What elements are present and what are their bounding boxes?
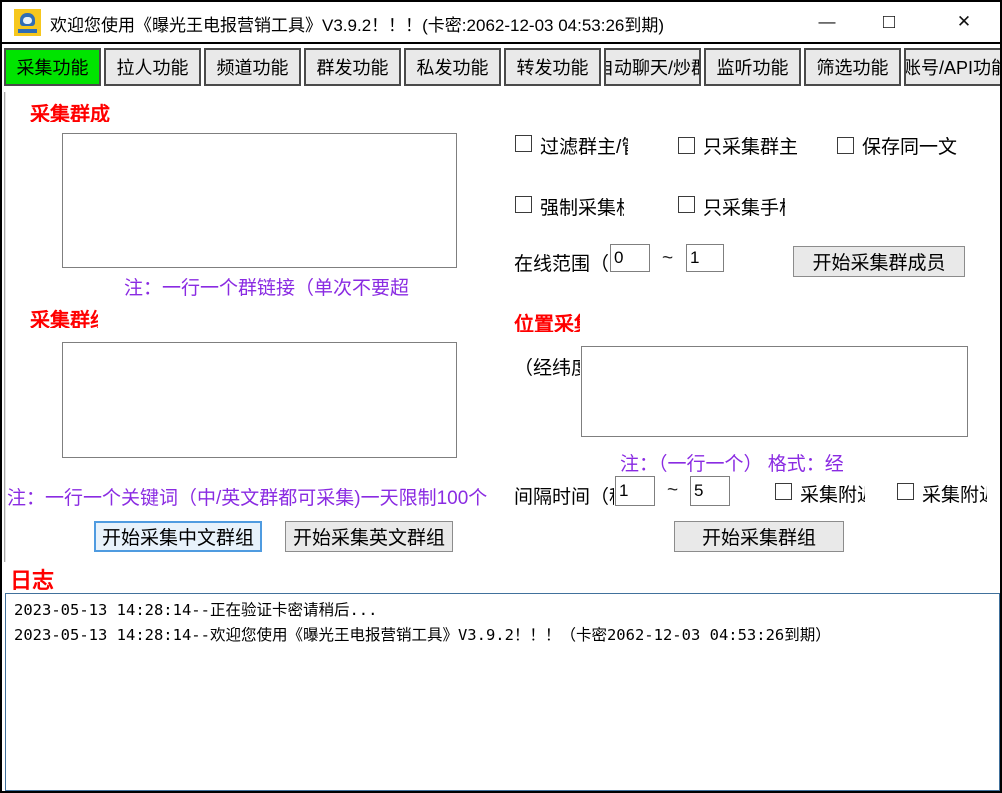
interval-label: 间隔时间（秒 (514, 482, 614, 505)
tab-account-api[interactable]: 账号/API功能 (904, 48, 1002, 86)
checkbox-box (515, 135, 532, 152)
minimize-button[interactable]: — (810, 6, 844, 38)
tab-monitor[interactable]: 监听功能 (704, 48, 801, 86)
checkbox-box (678, 196, 695, 213)
checkbox-label: 只采集群主 (703, 132, 798, 159)
online-max-input[interactable] (686, 244, 724, 272)
only-phone-checkbox[interactable]: 只采集手机 (678, 193, 785, 216)
save-same-file-checkbox[interactable]: 保存同一文 (837, 132, 957, 159)
keywords-textarea[interactable] (62, 342, 457, 458)
groupbox-left-border (4, 92, 6, 562)
keywords-note: 注：一行一个关键词（中/英文群都可采集)一天限制100个 (7, 483, 487, 510)
tab-channel[interactable]: 频道功能 (204, 48, 301, 86)
start-collect-en-groups-button[interactable]: 开始采集英文群组 (285, 521, 453, 552)
tab-group-send[interactable]: 群发功能 (304, 48, 401, 86)
online-range-tilde: ~ (662, 248, 673, 270)
start-collect-members-button[interactable]: 开始采集群成员 (793, 246, 965, 277)
app-icon (14, 9, 41, 36)
checkbox-box (678, 137, 695, 154)
group-links-note: 注：一行一个群链接（单次不要超 (124, 273, 458, 297)
log-heading: 日志 (10, 563, 54, 595)
title-bar: 欢迎您使用《曝光王电报营销工具》V3.9.2！！！(卡密:2062-12-03 … (2, 2, 1000, 44)
tab-private-send[interactable]: 私发功能 (404, 48, 501, 86)
interval-tilde: ~ (667, 480, 678, 502)
checkbox-label: 采集附近 (922, 480, 987, 503)
checkbox-label: 强制采集机 (540, 193, 624, 216)
checkbox-box (515, 196, 532, 213)
online-min-input[interactable] (610, 244, 650, 272)
start-collect-groups-button[interactable]: 开始采集群组 (674, 521, 844, 552)
log-line: 2023-05-13 14:28:14--正在验证卡密请稍后... (14, 598, 991, 623)
checkbox-label: 保存同一文 (862, 132, 957, 159)
only-owner-checkbox[interactable]: 只采集群主 (678, 132, 798, 159)
location-note: 注：（一行一个） 格式：经 (620, 449, 850, 473)
checkbox-label: 采集附近 (800, 480, 865, 503)
app-window: 欢迎您使用《曝光王电报营销工具》V3.9.2！！！(卡密:2062-12-03 … (0, 0, 1002, 793)
force-collect-checkbox[interactable]: 强制采集机 (515, 193, 624, 216)
tab-collect[interactable]: 采集功能 (4, 48, 101, 86)
close-button[interactable]: ✕ (947, 6, 981, 38)
collect-nearby-checkbox-2[interactable]: 采集附近 (897, 480, 987, 503)
window-title: 欢迎您使用《曝光王电报营销工具》V3.9.2！！！(卡密:2062-12-03 … (50, 11, 664, 36)
checkbox-label: 只采集手机 (703, 193, 785, 216)
tab-filter[interactable]: 筛选功能 (804, 48, 901, 86)
checkbox-box (897, 483, 914, 500)
latlng-textarea[interactable] (581, 346, 968, 437)
maximize-button[interactable]: □ (872, 6, 906, 38)
location-collect-heading: 位置采集 (514, 308, 580, 332)
log-line: 2023-05-13 14:28:14--欢迎您使用《曝光王电报营销工具》V3.… (14, 623, 991, 648)
tab-auto-chat[interactable]: 自动聊天/炒群 (604, 48, 701, 86)
log-output[interactable]: 2023-05-13 14:28:14--正在验证卡密请稍后... 2023-0… (5, 593, 1000, 791)
filter-owner-checkbox[interactable]: 过滤群主/管 (515, 132, 628, 155)
online-range-label: 在线范围（ (514, 249, 609, 272)
interval-min-input[interactable] (615, 476, 655, 506)
tab-invite[interactable]: 拉人功能 (104, 48, 201, 86)
collect-members-heading: 采集群成 (30, 98, 112, 122)
tab-bar: 采集功能 拉人功能 频道功能 群发功能 私发功能 转发功能 自动聊天/炒群 监听… (4, 48, 1002, 86)
latlng-label: （经纬度 (514, 353, 580, 376)
collect-nearby-checkbox-1[interactable]: 采集附近 (775, 480, 865, 503)
checkbox-box (837, 137, 854, 154)
start-collect-cn-groups-button[interactable]: 开始采集中文群组 (94, 521, 262, 552)
group-links-textarea[interactable] (62, 133, 457, 268)
tab-forward[interactable]: 转发功能 (504, 48, 601, 86)
checkbox-box (775, 483, 792, 500)
interval-max-input[interactable] (690, 476, 730, 506)
checkbox-label: 过滤群主/管 (540, 132, 628, 155)
collect-groups-heading: 采集群组 (30, 304, 98, 328)
